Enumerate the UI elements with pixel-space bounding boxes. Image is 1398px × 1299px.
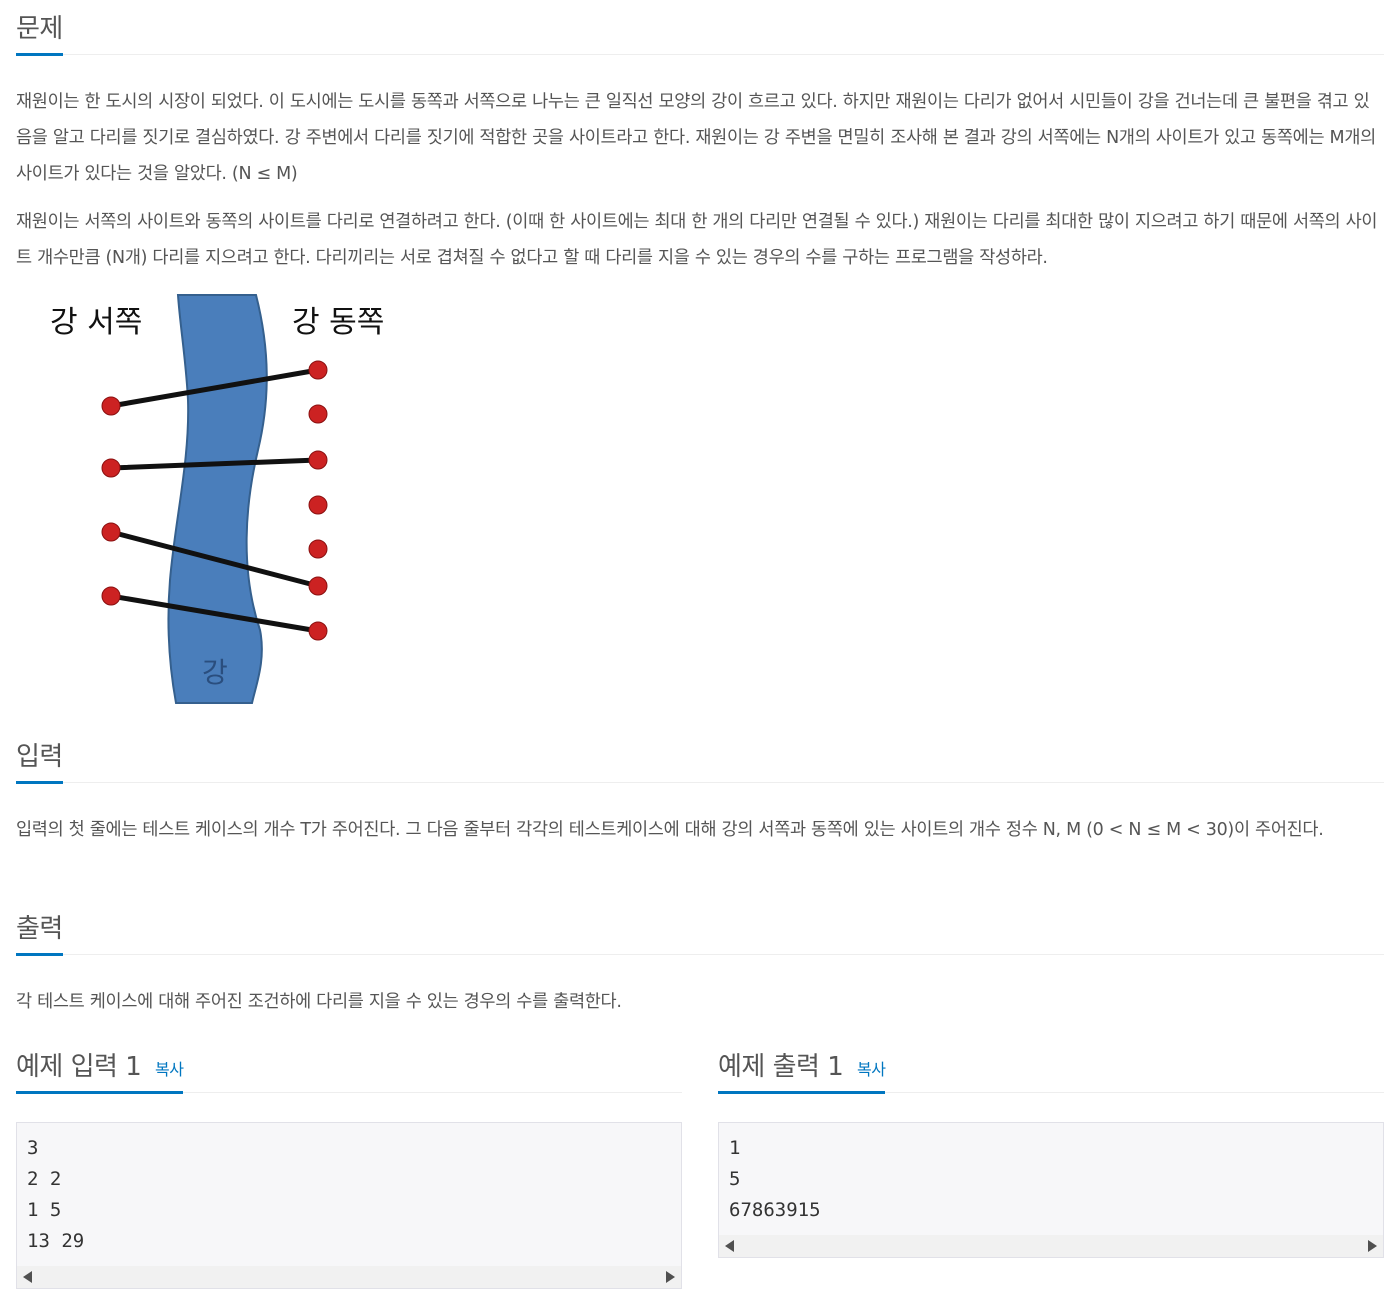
sample-output-content: 1 5 67863915 bbox=[729, 1137, 821, 1221]
east-site bbox=[308, 576, 328, 596]
bridge-diagram: 강 서쪽 강 동쪽 강 bbox=[30, 290, 410, 710]
output-description: 각 테스트 케이스에 대해 주어진 조건하에 다리를 지을 수 있는 경우의 수… bbox=[16, 992, 622, 1012]
scroll-left-arrow-icon[interactable] bbox=[23, 1271, 32, 1283]
east-site bbox=[308, 495, 328, 515]
problem-title: 문제 bbox=[16, 8, 63, 56]
sample-output-header: 예제 출력 1 복사 bbox=[718, 1046, 1384, 1094]
west-label: 강 서쪽 bbox=[50, 305, 142, 340]
west-site bbox=[101, 522, 121, 542]
east-site bbox=[308, 450, 328, 470]
output-header: 출력 bbox=[16, 908, 1384, 956]
sample-input-content: 3 2 2 1 5 13 29 bbox=[27, 1137, 85, 1252]
problem-paragraph-2: 재원이는 서쪽의 사이트와 동쪽의 사이트를 다리로 연결하려고 한다. (이때… bbox=[16, 212, 1378, 268]
east-label: 강 동쪽 bbox=[292, 305, 384, 340]
input-description: 입력의 첫 줄에는 테스트 케이스의 개수 T가 주어진다. 그 다음 줄부터 … bbox=[16, 820, 1324, 840]
sample-input-header: 예제 입력 1 복사 bbox=[16, 1046, 682, 1094]
sample-output-copy-button[interactable]: 복사 bbox=[857, 1060, 886, 1079]
output-title: 출력 bbox=[16, 908, 63, 956]
river-label: 강 bbox=[202, 656, 228, 689]
sample-input-title: 예제 입력 1 bbox=[16, 1052, 142, 1082]
river bbox=[167, 294, 268, 704]
scroll-right-arrow-icon[interactable] bbox=[666, 1271, 675, 1283]
east-site bbox=[308, 360, 328, 380]
sample-output-title-wrap: 예제 출력 1 복사 bbox=[718, 1046, 886, 1094]
sample-output-title: 예제 출력 1 bbox=[718, 1052, 844, 1082]
east-site bbox=[308, 404, 328, 424]
scroll-left-arrow-icon[interactable] bbox=[725, 1240, 734, 1252]
sample-input-box[interactable]: 3 2 2 1 5 13 29 bbox=[16, 1122, 682, 1289]
east-site bbox=[308, 621, 328, 641]
bridge-diagram-svg: 강 서쪽 강 동쪽 강 bbox=[50, 294, 384, 704]
sample-input-scrollbar[interactable] bbox=[17, 1266, 681, 1288]
east-site bbox=[308, 539, 328, 559]
input-title: 입력 bbox=[16, 736, 63, 784]
sample-output-scrollbar[interactable] bbox=[719, 1235, 1383, 1257]
scroll-right-arrow-icon[interactable] bbox=[1368, 1240, 1377, 1252]
west-site bbox=[101, 458, 121, 478]
input-header: 입력 bbox=[16, 736, 1384, 784]
problem-paragraph-1: 재원이는 한 도시의 시장이 되었다. 이 도시에는 도시를 동쪽과 서쪽으로 … bbox=[16, 92, 1376, 184]
west-site bbox=[101, 396, 121, 416]
problem-header: 문제 bbox=[16, 8, 1384, 56]
sample-input-copy-button[interactable]: 복사 bbox=[155, 1060, 184, 1079]
sample-input-title-wrap: 예제 입력 1 복사 bbox=[16, 1046, 184, 1094]
west-site bbox=[101, 586, 121, 606]
sample-output-box[interactable]: 1 5 67863915 bbox=[718, 1122, 1384, 1258]
